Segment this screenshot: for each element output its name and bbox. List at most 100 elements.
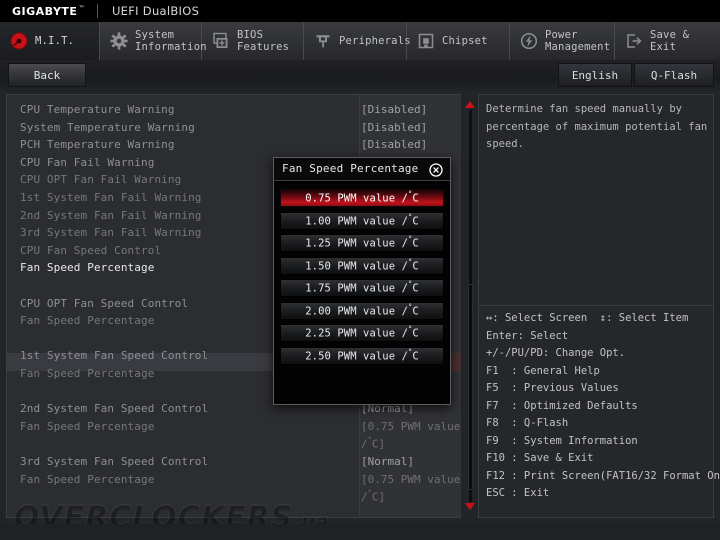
help-divider bbox=[479, 305, 713, 306]
tab-power-management[interactable]: Power Management bbox=[510, 22, 615, 60]
fan-speed-option[interactable]: 1.00 PWM value /°C bbox=[280, 211, 444, 230]
tab-chipset-label: Chipset bbox=[442, 35, 488, 47]
main-navigation: M.I.T. System Information BIOS Features … bbox=[0, 22, 720, 61]
dialog-header: Fan Speed Percentage bbox=[274, 158, 450, 181]
setting-value[interactable]: [Disabled] bbox=[361, 121, 427, 134]
back-button[interactable]: Back bbox=[8, 63, 86, 87]
setting-row[interactable]: PCH Temperature Warning [Disabled] bbox=[7, 136, 465, 153]
chipset-icon bbox=[416, 31, 436, 51]
setting-label: 2nd System Fan Fail Warning bbox=[20, 208, 202, 222]
setting-value[interactable]: /°C] bbox=[361, 489, 385, 504]
setting-label: PCH Temperature Warning bbox=[20, 138, 175, 152]
gigabyte-logo: GIGABYTE™ bbox=[0, 5, 85, 18]
help-key-line: F1 : General Help bbox=[486, 364, 600, 377]
fan-speed-option[interactable]: 1.50 PWM value /°C bbox=[280, 256, 444, 275]
scroll-down-arrow-icon[interactable] bbox=[464, 500, 476, 512]
setting-label: Fan Speed Percentage bbox=[20, 261, 155, 275]
tab-save-and-exit[interactable]: Save & Exit bbox=[615, 22, 720, 60]
brand-text: GIGABYTE bbox=[12, 4, 78, 18]
fan-speed-option-label: 2.25 PWM value /°C bbox=[305, 325, 419, 340]
fan-speed-option-label: 2.00 PWM value /°C bbox=[305, 302, 419, 318]
setting-label: Fan Speed Percentage bbox=[20, 314, 155, 328]
usb-plug-icon bbox=[313, 31, 333, 51]
setting-row[interactable]: Fan Speed Percentage [0.75 PWM value bbox=[7, 471, 465, 488]
help-key-line: F7 : Optimized Defaults bbox=[486, 399, 638, 412]
bios-screen: GIGABYTE™ UEFI DualBIOS M.I.T. System In… bbox=[0, 0, 720, 540]
help-key-line: F10 : Save & Exit bbox=[486, 452, 594, 464]
gear-icon bbox=[109, 31, 129, 51]
fan-speed-option-label: 0.75 PWM value /°C bbox=[305, 190, 419, 205]
setting-value[interactable]: [Disabled] bbox=[361, 138, 427, 151]
setting-label: CPU OPT Fan Speed Control bbox=[20, 296, 189, 310]
fan-speed-option[interactable]: 1.25 PWM value /°C bbox=[280, 234, 444, 252]
help-key-line: ESC : Exit bbox=[486, 487, 550, 499]
fan-speed-option[interactable]: 2.00 PWM value /°C bbox=[280, 301, 444, 320]
tab-mit[interactable]: M.I.T. bbox=[0, 22, 100, 60]
help-key-line: ↔: Select Screen ↕: Select Item bbox=[486, 312, 689, 324]
help-key-line: F12 : Print Screen(FAT16/32 Format Only) bbox=[486, 469, 720, 482]
setting-value[interactable]: [Normal] bbox=[361, 455, 414, 468]
setting-label: System Temperature Warning bbox=[20, 120, 195, 134]
bottom-strip bbox=[0, 524, 720, 540]
fan-speed-option[interactable]: 2.50 PWM value /°C bbox=[280, 346, 444, 365]
fan-speed-percentage-dialog: Fan Speed Percentage 0.75 PWM value /°C 1… bbox=[273, 157, 451, 405]
help-key-legend: ↔: Select Screen ↕: Select Item Enter: Se… bbox=[486, 310, 720, 503]
tab-system-information[interactable]: System Information bbox=[100, 22, 207, 60]
fan-speed-option-label: 1.00 PWM value /°C bbox=[305, 212, 419, 228]
setting-label: 3rd System Fan Speed Control bbox=[20, 455, 209, 468]
setting-value[interactable]: [0.75 PWM value bbox=[361, 420, 460, 433]
help-panel: Determine fan speed manually by percenta… bbox=[478, 94, 720, 518]
fan-speed-option[interactable]: 0.75 PWM value /°C bbox=[280, 189, 444, 207]
help-key-line: F8 : Q-Flash bbox=[486, 417, 569, 429]
tab-peripherals-label: Peripherals bbox=[339, 35, 411, 47]
scroll-up-arrow-icon[interactable] bbox=[464, 98, 476, 110]
setting-row[interactable]: CPU Temperature Warning [Disabled] bbox=[7, 101, 465, 118]
lightning-icon bbox=[519, 31, 539, 51]
chip-plus-icon bbox=[211, 31, 231, 51]
fan-speed-option[interactable]: 2.25 PWM value /°C bbox=[280, 324, 444, 342]
setting-label: Fan Speed Percentage bbox=[20, 472, 155, 486]
setting-row[interactable]: System Temperature Warning [Disabled] bbox=[7, 119, 465, 136]
help-key-line: Enter: Select bbox=[486, 329, 569, 342]
fan-speed-option-label: 1.25 PWM value /°C bbox=[305, 235, 419, 250]
close-circle-icon[interactable] bbox=[429, 162, 443, 177]
setting-value[interactable]: [0.75 PWM value bbox=[361, 473, 460, 486]
qflash-button[interactable]: Q-Flash bbox=[634, 63, 714, 87]
help-key-line: +/-/PU/PD: Change Opt. bbox=[486, 347, 626, 359]
setting-row: /°C] bbox=[7, 435, 465, 452]
help-key-line: F5 : Previous Values bbox=[486, 382, 619, 394]
fan-speed-option-label: 2.50 PWM value /°C bbox=[305, 347, 419, 363]
setting-value[interactable]: /°C] bbox=[361, 436, 385, 451]
trademark-symbol: ™ bbox=[78, 4, 85, 12]
setting-label: 2nd System Fan Speed Control bbox=[20, 402, 209, 416]
setting-label: 3rd System Fan Fail Warning bbox=[20, 226, 202, 240]
setting-label: 1st System Fan Fail Warning bbox=[20, 191, 202, 204]
sub-toolbar: Back English Q-Flash bbox=[0, 60, 720, 92]
fan-speed-option-label: 1.50 PWM value /°C bbox=[305, 257, 419, 273]
setting-label: CPU Fan Fail Warning bbox=[20, 155, 155, 169]
setting-label: CPU OPT Fan Fail Warning bbox=[20, 173, 182, 187]
tab-save-and-exit-label: Save & Exit bbox=[650, 29, 690, 53]
setting-label: CPU Fan Speed Control bbox=[20, 243, 162, 257]
setting-row[interactable]: Fan Speed Percentage [0.75 PWM value bbox=[7, 418, 465, 435]
tab-power-management-label: Power Management bbox=[545, 29, 611, 53]
dialog-title: Fan Speed Percentage bbox=[282, 162, 419, 175]
fan-speed-option[interactable]: 1.75 PWM value /°C bbox=[280, 279, 444, 297]
scrollbar-thumb[interactable] bbox=[468, 284, 473, 490]
tab-peripherals[interactable]: Peripherals bbox=[304, 22, 411, 60]
bios-title: UEFI DualBIOS bbox=[111, 4, 200, 18]
settings-scrollbar[interactable] bbox=[461, 94, 479, 518]
exit-door-icon bbox=[624, 31, 644, 51]
tab-system-information-label: System Information bbox=[135, 29, 207, 53]
title-bar: GIGABYTE™ UEFI DualBIOS bbox=[0, 0, 720, 22]
setting-value[interactable]: [Disabled] bbox=[361, 103, 427, 116]
tab-bios-features[interactable]: BIOS Features bbox=[202, 22, 304, 60]
fan-speed-option-label: 1.75 PWM value /°C bbox=[305, 280, 419, 295]
tab-chipset[interactable]: Chipset bbox=[407, 22, 510, 60]
tab-mit-label: M.I.T. bbox=[35, 35, 75, 47]
setting-row[interactable]: 3rd System Fan Speed Control [Normal] bbox=[7, 453, 465, 470]
setting-label: 1st System Fan Speed Control bbox=[20, 349, 209, 363]
help-description: Determine fan speed manually by percenta… bbox=[486, 103, 708, 150]
setting-label: Fan Speed Percentage bbox=[20, 419, 155, 433]
language-button[interactable]: English bbox=[558, 63, 632, 87]
